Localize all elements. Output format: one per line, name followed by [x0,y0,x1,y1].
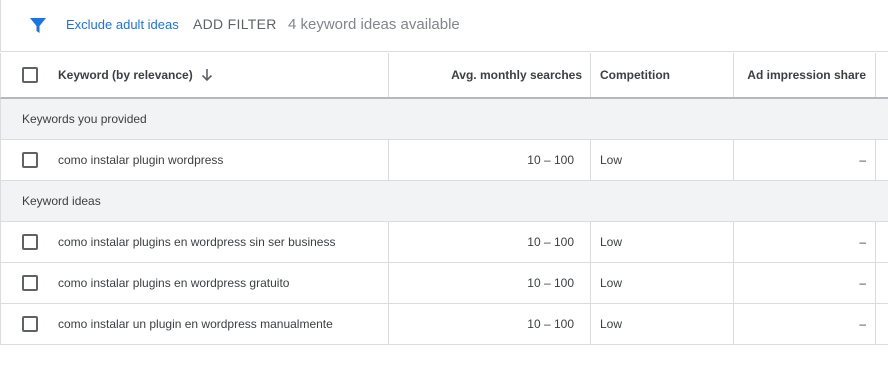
avg-monthly-searches-column-header[interactable]: Avg. monthly searches [388,53,590,97]
competition-column-header[interactable]: Competition [590,53,733,97]
row-checkbox-cell [1,263,58,303]
table-row: como instalar plugins en wordpress sin s… [0,222,888,263]
row-checkbox-cell [1,304,58,344]
filter-bar: Exclude adult ideas ADD FILTER 4 keyword… [0,0,888,52]
row-checkbox[interactable] [22,234,38,250]
group-row-provided: Keywords you provided [0,99,888,140]
arrow-down-icon[interactable] [201,68,213,82]
table-header-row: Keyword (by relevance) Avg. monthly sear… [0,53,888,99]
exclude-adult-ideas-link[interactable]: Exclude adult ideas [66,17,179,32]
column-divider [875,222,888,262]
avg-searches-cell: 10 – 100 [388,222,590,262]
keyword-cell: como instalar plugins en wordpress sin s… [58,235,336,249]
row-checkbox[interactable] [22,316,38,332]
row-checkbox-cell [1,222,58,262]
competition-label: Competition [600,68,670,82]
ad-share-cell: – [733,304,875,344]
table-row: como instalar un plugin en wordpress man… [0,304,888,345]
avg-searches-cell: 10 – 100 [388,304,590,344]
keyword-ideas-count: 4 keyword ideas available [288,16,460,33]
keyword-table: Keyword (by relevance) Avg. monthly sear… [0,53,888,345]
keyword-cell: como instalar plugins en wordpress gratu… [58,276,290,290]
row-checkbox[interactable] [22,152,38,168]
avg-searches-cell: 10 – 100 [388,140,590,180]
ad-share-cell: – [733,140,875,180]
column-divider [875,53,888,97]
keyword-cell: como instalar plugin wordpress [58,153,224,167]
group-label: Keywords you provided [22,112,147,126]
avg-searches-cell: 10 – 100 [388,263,590,303]
table-row: como instalar plugin wordpress 10 – 100 … [0,140,888,181]
competition-cell: Low [590,304,733,344]
ad-impression-share-column-header[interactable]: Ad impression share [733,53,875,97]
group-row-ideas: Keyword ideas [0,181,888,222]
group-label: Keyword ideas [22,194,101,208]
filter-icon[interactable] [28,15,48,35]
keyword-column-label: Keyword (by relevance) [58,68,193,82]
competition-cell: Low [590,222,733,262]
select-all-cell [1,53,58,97]
table-row: como instalar plugins en wordpress gratu… [0,263,888,304]
avg-monthly-searches-label: Avg. monthly searches [451,68,582,82]
ad-impression-share-label: Ad impression share [747,68,866,82]
add-filter-button[interactable]: ADD FILTER [193,16,277,32]
keyword-cell: como instalar un plugin en wordpress man… [58,317,333,331]
competition-cell: Low [590,263,733,303]
column-divider [875,263,888,303]
keyword-column-header[interactable]: Keyword (by relevance) [58,53,388,97]
column-divider [875,304,888,344]
competition-cell: Low [590,140,733,180]
column-divider [875,140,888,180]
ad-share-cell: – [733,263,875,303]
row-checkbox-cell [1,140,58,180]
select-all-checkbox[interactable] [22,67,38,83]
row-checkbox[interactable] [22,275,38,291]
ad-share-cell: – [733,222,875,262]
